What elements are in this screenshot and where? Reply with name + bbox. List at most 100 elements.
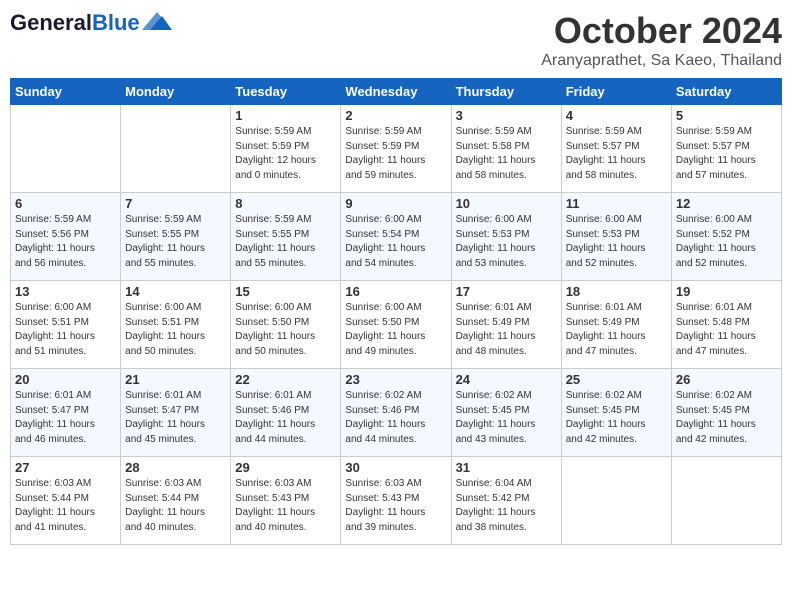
calendar-week-1: 1Sunrise: 5:59 AMSunset: 5:59 PMDaylight…: [11, 105, 782, 193]
day-number: 18: [566, 284, 667, 299]
calendar-cell: 14Sunrise: 6:00 AMSunset: 5:51 PMDayligh…: [121, 281, 231, 369]
day-info: Sunrise: 6:01 AMSunset: 5:49 PMDaylight:…: [566, 301, 667, 359]
day-number: 23: [345, 372, 446, 387]
calendar-cell: 20Sunrise: 6:01 AMSunset: 5:47 PMDayligh…: [11, 369, 121, 457]
calendar-header-wednesday: Wednesday: [341, 79, 451, 105]
calendar-cell: 12Sunrise: 6:00 AMSunset: 5:52 PMDayligh…: [671, 193, 781, 281]
day-info: Sunrise: 6:02 AMSunset: 5:45 PMDaylight:…: [456, 389, 557, 447]
calendar-header-saturday: Saturday: [671, 79, 781, 105]
calendar-cell: 24 Sunrise: 6:02 AMSunset: 5:45 PMDayligh…: [451, 369, 561, 457]
logo-blue: Blue: [92, 10, 140, 36]
logo: GeneralBlue: [10, 10, 172, 36]
day-number: 5: [676, 108, 777, 123]
day-number: 8: [235, 196, 336, 211]
day-number: 9: [345, 196, 446, 211]
calendar-cell: 25 Sunrise: 6:02 AMSunset: 5:45 PMDayligh…: [561, 369, 671, 457]
calendar-header-sunday: Sunday: [11, 79, 121, 105]
title-section: October 2024 Aranyaprathet, Sa Kaeo, Tha…: [541, 10, 782, 70]
calendar-week-4: 20Sunrise: 6:01 AMSunset: 5:47 PMDayligh…: [11, 369, 782, 457]
logo-general: General: [10, 10, 92, 36]
calendar-cell: 4 Sunrise: 5:59 AMSunset: 5:57 PMDaylight…: [561, 105, 671, 193]
calendar-cell: 7Sunrise: 5:59 AMSunset: 5:55 PMDaylight…: [121, 193, 231, 281]
calendar-cell: [121, 105, 231, 193]
day-number: 19: [676, 284, 777, 299]
calendar-cell: 9 Sunrise: 6:00 AMSunset: 5:54 PMDaylight…: [341, 193, 451, 281]
calendar-week-2: 6 Sunrise: 5:59 AMSunset: 5:56 PMDaylight…: [11, 193, 782, 281]
day-info: Sunrise: 6:04 AMSunset: 5:42 PMDaylight:…: [456, 477, 557, 535]
calendar-header-row: SundayMondayTuesdayWednesdayThursdayFrid…: [11, 79, 782, 105]
calendar-cell: 13 Sunrise: 6:00 AMSunset: 5:51 PMDayligh…: [11, 281, 121, 369]
day-info: Sunrise: 5:59 AMSunset: 5:56 PMDaylight:…: [15, 213, 116, 271]
calendar-cell: 17 Sunrise: 6:01 AMSunset: 5:49 PMDayligh…: [451, 281, 561, 369]
calendar-cell: [11, 105, 121, 193]
calendar-week-3: 13 Sunrise: 6:00 AMSunset: 5:51 PMDayligh…: [11, 281, 782, 369]
day-number: 25: [566, 372, 667, 387]
day-info: Sunrise: 6:01 AMSunset: 5:49 PMDaylight:…: [456, 301, 557, 359]
day-number: 29: [235, 460, 336, 475]
day-info: Sunrise: 5:59 AMSunset: 5:57 PMDaylight:…: [566, 125, 667, 183]
page-header: GeneralBlue October 2024 Aranyaprathet, …: [10, 10, 782, 70]
day-info: Sunrise: 5:59 AMSunset: 5:55 PMDaylight:…: [125, 213, 226, 271]
day-number: 16: [345, 284, 446, 299]
day-number: 27: [15, 460, 116, 475]
location-title: Aranyaprathet, Sa Kaeo, Thailand: [541, 52, 782, 70]
day-info: Sunrise: 6:00 AMSunset: 5:54 PMDaylight:…: [345, 213, 446, 271]
logo-icon: [142, 12, 172, 30]
day-info: Sunrise: 6:03 AMSunset: 5:44 PMDaylight:…: [15, 477, 116, 535]
day-info: Sunrise: 5:59 AMSunset: 5:55 PMDaylight:…: [235, 213, 336, 271]
calendar-cell: 31Sunrise: 6:04 AMSunset: 5:42 PMDayligh…: [451, 457, 561, 545]
day-info: Sunrise: 6:01 AMSunset: 5:47 PMDaylight:…: [125, 389, 226, 447]
day-number: 17: [456, 284, 557, 299]
day-info: Sunrise: 5:59 AMSunset: 5:59 PMDaylight:…: [345, 125, 446, 183]
calendar-header-friday: Friday: [561, 79, 671, 105]
calendar-cell: 26Sunrise: 6:02 AMSunset: 5:45 PMDayligh…: [671, 369, 781, 457]
day-info: Sunrise: 5:59 AMSunset: 5:58 PMDaylight:…: [456, 125, 557, 183]
calendar-cell: 3 Sunrise: 5:59 AMSunset: 5:58 PMDaylight…: [451, 105, 561, 193]
day-info: Sunrise: 6:03 AMSunset: 5:44 PMDaylight:…: [125, 477, 226, 535]
calendar-cell: 18 Sunrise: 6:01 AMSunset: 5:49 PMDayligh…: [561, 281, 671, 369]
day-number: 11: [566, 196, 667, 211]
calendar-cell: 23 Sunrise: 6:02 AMSunset: 5:46 PMDayligh…: [341, 369, 451, 457]
day-info: Sunrise: 6:01 AMSunset: 5:47 PMDaylight:…: [15, 389, 116, 447]
calendar-cell: [671, 457, 781, 545]
day-number: 3: [456, 108, 557, 123]
calendar-cell: 27 Sunrise: 6:03 AMSunset: 5:44 PMDayligh…: [11, 457, 121, 545]
day-number: 10: [456, 196, 557, 211]
day-number: 22: [235, 372, 336, 387]
calendar-cell: 19Sunrise: 6:01 AMSunset: 5:48 PMDayligh…: [671, 281, 781, 369]
day-info: Sunrise: 6:00 AMSunset: 5:50 PMDaylight:…: [345, 301, 446, 359]
calendar-cell: 30Sunrise: 6:03 AMSunset: 5:43 PMDayligh…: [341, 457, 451, 545]
day-info: Sunrise: 6:00 AMSunset: 5:51 PMDaylight:…: [15, 301, 116, 359]
calendar-cell: 8 Sunrise: 5:59 AMSunset: 5:55 PMDaylight…: [231, 193, 341, 281]
calendar-week-5: 27 Sunrise: 6:03 AMSunset: 5:44 PMDayligh…: [11, 457, 782, 545]
day-number: 15: [235, 284, 336, 299]
day-number: 6: [15, 196, 116, 211]
day-info: Sunrise: 6:03 AMSunset: 5:43 PMDaylight:…: [345, 477, 446, 535]
day-info: Sunrise: 6:01 AMSunset: 5:46 PMDaylight:…: [235, 389, 336, 447]
calendar-cell: 6 Sunrise: 5:59 AMSunset: 5:56 PMDaylight…: [11, 193, 121, 281]
calendar-cell: 29 Sunrise: 6:03 AMSunset: 5:43 PMDayligh…: [231, 457, 341, 545]
day-number: 14: [125, 284, 226, 299]
day-number: 28: [125, 460, 226, 475]
calendar-cell: 1Sunrise: 5:59 AMSunset: 5:59 PMDaylight…: [231, 105, 341, 193]
calendar-cell: 28 Sunrise: 6:03 AMSunset: 5:44 PMDayligh…: [121, 457, 231, 545]
day-info: Sunrise: 6:03 AMSunset: 5:43 PMDaylight:…: [235, 477, 336, 535]
month-title: October 2024: [541, 10, 782, 52]
day-info: Sunrise: 6:00 AMSunset: 5:53 PMDaylight:…: [456, 213, 557, 271]
calendar-cell: 2 Sunrise: 5:59 AMSunset: 5:59 PMDaylight…: [341, 105, 451, 193]
day-info: Sunrise: 6:00 AMSunset: 5:50 PMDaylight:…: [235, 301, 336, 359]
calendar-cell: 22 Sunrise: 6:01 AMSunset: 5:46 PMDayligh…: [231, 369, 341, 457]
calendar-cell: 21Sunrise: 6:01 AMSunset: 5:47 PMDayligh…: [121, 369, 231, 457]
day-number: 4: [566, 108, 667, 123]
calendar-cell: 16 Sunrise: 6:00 AMSunset: 5:50 PMDayligh…: [341, 281, 451, 369]
day-info: Sunrise: 5:59 AMSunset: 5:57 PMDaylight:…: [676, 125, 777, 183]
day-info: Sunrise: 6:02 AMSunset: 5:46 PMDaylight:…: [345, 389, 446, 447]
calendar-cell: 10 Sunrise: 6:00 AMSunset: 5:53 PMDayligh…: [451, 193, 561, 281]
day-number: 24: [456, 372, 557, 387]
day-number: 13: [15, 284, 116, 299]
calendar-cell: 5 Sunrise: 5:59 AMSunset: 5:57 PMDaylight…: [671, 105, 781, 193]
day-info: Sunrise: 6:00 AMSunset: 5:52 PMDaylight:…: [676, 213, 777, 271]
day-number: 2: [345, 108, 446, 123]
calendar-header-thursday: Thursday: [451, 79, 561, 105]
day-info: Sunrise: 6:02 AMSunset: 5:45 PMDaylight:…: [566, 389, 667, 447]
